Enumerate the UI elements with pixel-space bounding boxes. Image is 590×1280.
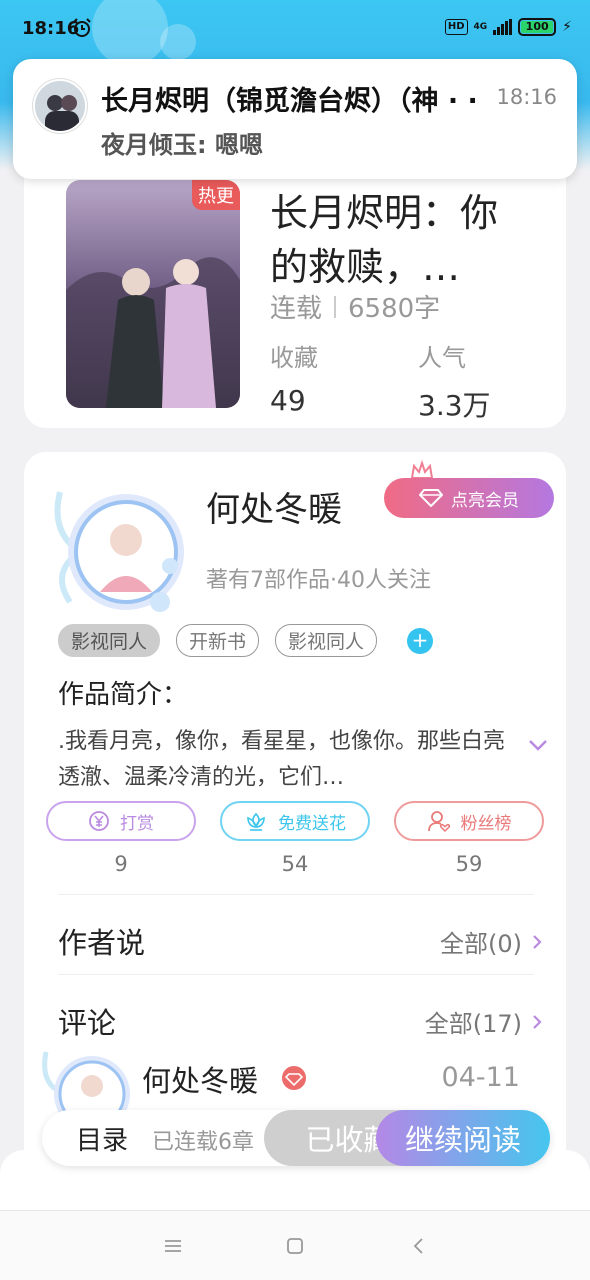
fan-ranking-button[interactable]: 粉丝榜 [394, 801, 544, 841]
stat-label-popularity: 人气 [418, 344, 466, 372]
action-row: 打赏 免费送花 粉丝榜 [46, 801, 546, 841]
hd-icon: HD [444, 19, 468, 35]
battery-icon: 100 [518, 18, 557, 36]
vip-button-label: 点亮会员 [451, 490, 519, 511]
crown-icon [410, 460, 434, 479]
intro-label: 作品简介： [58, 680, 189, 710]
stat-value-popularity: 3.3万 [418, 389, 491, 422]
intro-text: .我看月亮，像你，看星星，也像你。那些白亮透澈、温柔冷清的光，它们… [58, 729, 505, 790]
user-heart-icon [427, 811, 450, 833]
tag[interactable]: 开新书 [176, 624, 260, 657]
stat-value-favorites: 49 [270, 384, 306, 417]
tip-count: 9 [114, 852, 128, 876]
stat-label-favorites: 收藏 [270, 344, 318, 372]
add-tag-button[interactable]: + [407, 627, 434, 654]
chevron-down-icon[interactable] [528, 738, 548, 752]
status-time: 18:16 [22, 18, 80, 39]
commenter-name[interactable]: 何处冬暖 [142, 1058, 258, 1100]
book-meta: 连载 6580字 [270, 288, 440, 325]
home-icon[interactable] [284, 1235, 306, 1257]
author-says-all-label: 全部(0) [440, 930, 522, 958]
tag-list: 影视同人 开新书 影视同人 + [58, 624, 434, 657]
signal-icon [493, 19, 513, 35]
notification-message: 夜月倾玉: 嗯嗯 [101, 131, 263, 159]
notification-avatar [33, 79, 87, 133]
continue-reading-button[interactable]: 继续阅读 [376, 1110, 550, 1166]
flower-icon [247, 812, 265, 831]
notification-title: 长月烬明（锦觅澹台烬）（神 · · [101, 86, 478, 117]
book-title: 长月烬明：你的救赎，… [270, 191, 499, 289]
vip-badge-icon [282, 1066, 306, 1090]
back-icon[interactable] [408, 1235, 430, 1257]
author-name[interactable]: 何处冬暖 [206, 482, 342, 531]
book-card: 热更 长月烬明：你的救赎，… 连载 6580字 收藏 49 人气 3.3万 [24, 150, 566, 428]
author-says-title: 作者说 [58, 926, 146, 960]
tip-label: 打赏 [120, 813, 154, 834]
battery-level: 100 [521, 21, 554, 33]
vip-button[interactable]: 点亮会员 [384, 478, 554, 518]
author-card: 何处冬暖 点亮会员 著有7部作品·40人关注 影视同人 开新书 影视同人 + 作… [24, 452, 566, 1212]
chevron-right-icon [533, 934, 542, 949]
status-bar: 18:16 HD 4G 100 ⚡ [0, 0, 590, 58]
bottom-action-bar: 目录 已连载6章 已收藏 继续阅读 [42, 1110, 550, 1166]
fan-count: 59 [455, 852, 483, 876]
author-says-all-link[interactable]: 全部(0) [440, 924, 542, 959]
chevron-right-icon [533, 1014, 542, 1029]
author-info: 著有7部作品·40人关注 [206, 568, 431, 593]
network-type: 4G [473, 22, 488, 32]
comments-title: 评论 [58, 1006, 117, 1040]
charging-icon: ⚡ [562, 19, 572, 35]
book-cover[interactable]: 热更 [66, 180, 240, 408]
diamond-icon [419, 489, 443, 507]
comments-all-link[interactable]: 全部(17) [425, 1004, 542, 1039]
toc-button[interactable]: 目录 [76, 1120, 128, 1157]
comment-date: 04-11 [441, 1062, 520, 1093]
hot-badge: 热更 [192, 180, 240, 210]
alarm-icon [73, 18, 91, 37]
system-nav-bar [0, 1210, 590, 1280]
author-avatar[interactable] [40, 472, 190, 622]
cover-art [66, 180, 240, 408]
flower-count: 54 [281, 852, 309, 876]
fan-ranking-label: 粉丝榜 [460, 813, 512, 834]
divider [58, 974, 534, 975]
divider [58, 894, 534, 895]
send-flower-label: 免费送花 [278, 813, 346, 834]
notification-banner[interactable]: 长月烬明（锦觅澹台烬）（神 · · 18:16 夜月倾玉: 嗯嗯 [13, 59, 577, 179]
tag[interactable]: 影视同人 [58, 624, 161, 657]
comments-all-label: 全部(17) [424, 1010, 522, 1038]
book-status: 连载 [270, 294, 323, 324]
notification-time: 18:16 [496, 85, 557, 109]
meta-divider [334, 295, 337, 318]
yen-icon [89, 811, 109, 831]
send-flower-button[interactable]: 免费送花 [220, 801, 370, 841]
menu-icon[interactable] [162, 1235, 184, 1257]
status-icons: HD 4G 100 ⚡ [444, 18, 572, 36]
book-word-count: 6580字 [348, 294, 441, 324]
tag[interactable]: 影视同人 [275, 624, 378, 657]
tip-button[interactable]: 打赏 [46, 801, 196, 841]
serial-status: 已连载6章 [152, 1130, 254, 1155]
